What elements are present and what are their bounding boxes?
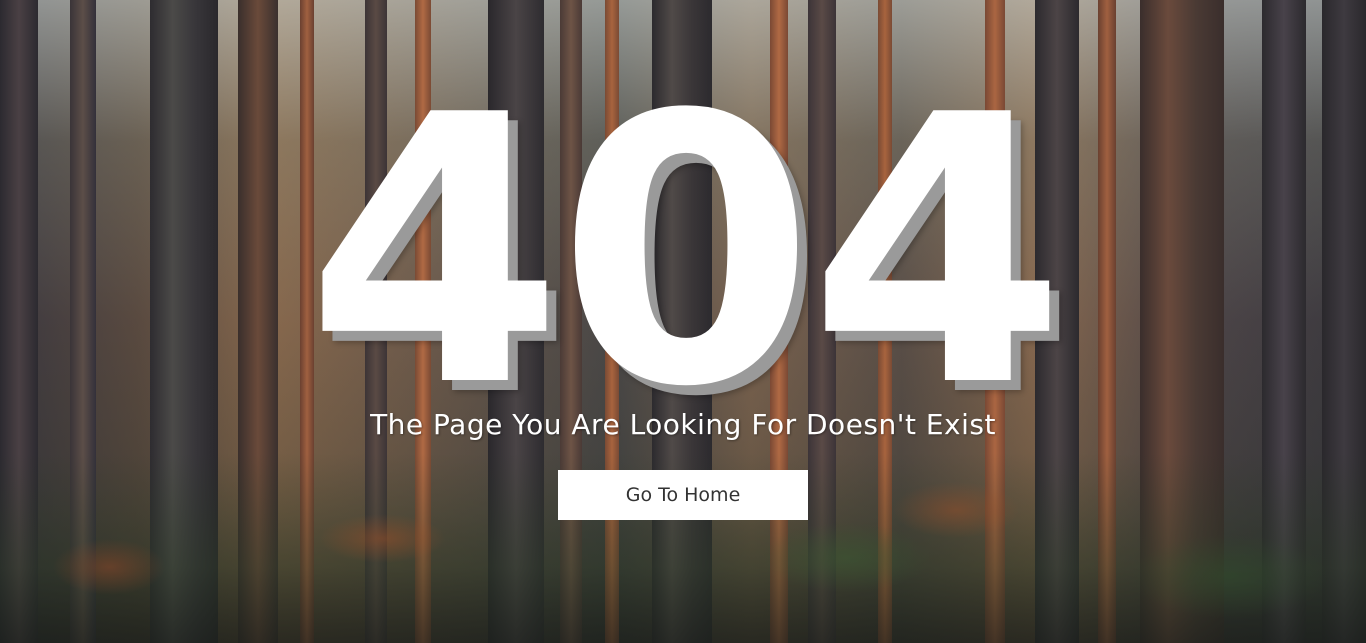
- error-message: The Page You Are Looking For Doesn't Exi…: [370, 408, 996, 441]
- go-home-button[interactable]: Go To Home: [558, 470, 808, 520]
- error-code: 404: [305, 38, 1066, 468]
